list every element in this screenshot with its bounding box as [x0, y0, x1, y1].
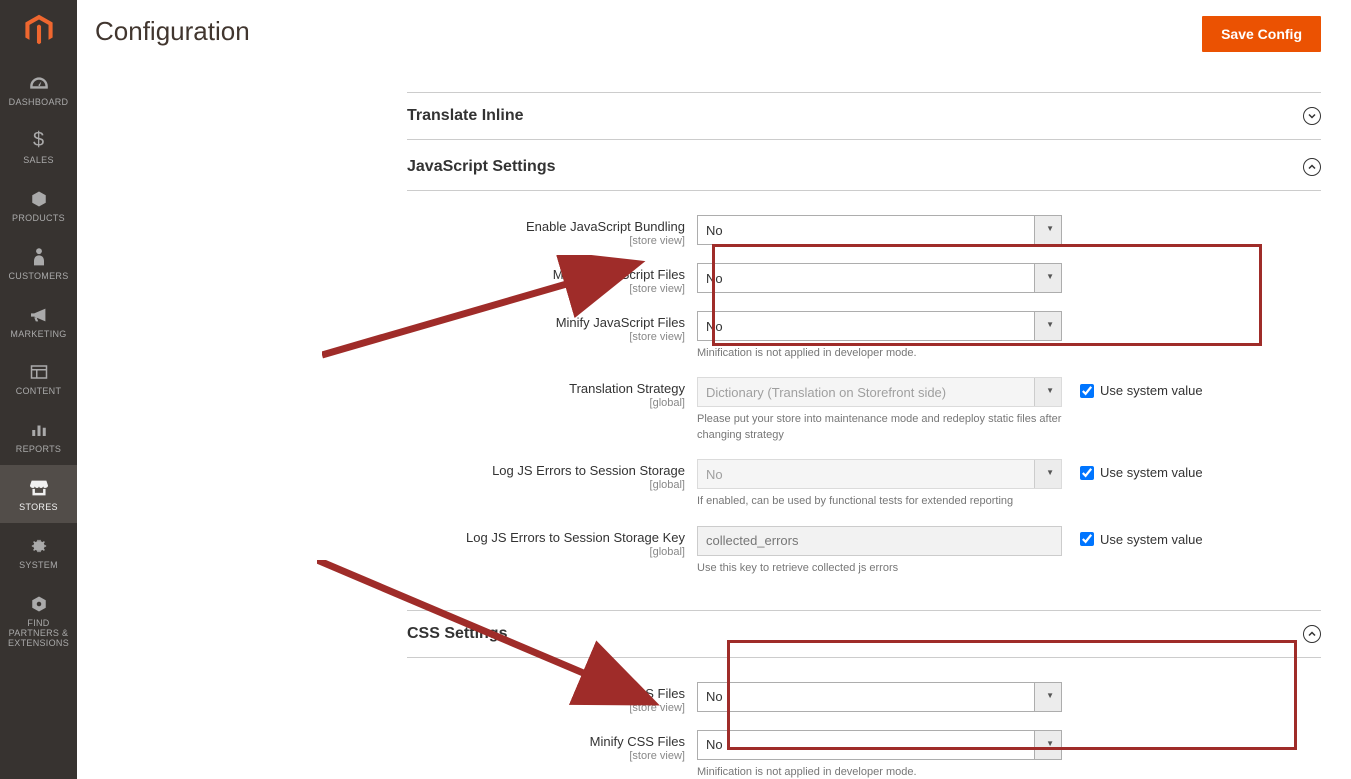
sidebar-item-label: SALES: [21, 156, 56, 166]
gauge-icon: [29, 72, 49, 94]
layout-icon: [30, 361, 48, 383]
puzzle-icon: [30, 593, 48, 615]
chevron-down-icon: [1303, 107, 1321, 125]
minify-js-select[interactable]: No: [697, 311, 1062, 341]
sidebar-item-label: PRODUCTS: [10, 214, 67, 224]
field-scope: [global]: [407, 479, 685, 491]
sidebar-item-stores[interactable]: STORES: [0, 465, 77, 523]
storefront-icon: [29, 477, 49, 499]
field-merge-js: Merge JavaScript Files [store view] No: [407, 255, 1321, 303]
section-title: Translate Inline: [407, 107, 523, 125]
magento-logo[interactable]: [0, 0, 77, 60]
field-log-js-errors: Log JS Errors to Session Storage [global…: [407, 451, 1321, 517]
field-label: Enable JavaScript Bundling: [526, 219, 685, 234]
main-content: Configuration Save Config Translate Inli…: [77, 0, 1351, 779]
enable-js-bundling-select[interactable]: No: [697, 215, 1062, 245]
use-system-value-checkbox[interactable]: [1080, 384, 1094, 398]
translation-strategy-select: Dictionary (Translation on Storefront si…: [697, 377, 1062, 407]
field-label: Merge CSS Files: [587, 686, 685, 701]
field-merge-css: Merge CSS Files [store view] No: [407, 674, 1321, 722]
section-css-settings[interactable]: CSS Settings: [407, 610, 1321, 658]
field-label: Log JS Errors to Session Storage: [492, 463, 685, 478]
page-title: Configuration: [95, 16, 250, 47]
sidebar-item-sales[interactable]: $ SALES: [0, 118, 77, 176]
section-translate-inline[interactable]: Translate Inline: [407, 92, 1321, 140]
section-body-js: Enable JavaScript Bundling [store view] …: [407, 195, 1321, 610]
field-label: Minify CSS Files: [590, 734, 685, 749]
cube-icon: [30, 188, 48, 210]
field-translation-strategy: Translation Strategy [global] Dictionary…: [407, 369, 1321, 451]
field-note: Minification is not applied in developer…: [697, 765, 1062, 779]
sidebar-item-label: DASHBOARD: [7, 98, 71, 108]
sidebar-item-find-partners[interactable]: FIND PARTNERS & EXTENSIONS: [0, 581, 77, 659]
field-enable-js-bundling: Enable JavaScript Bundling [store view] …: [407, 207, 1321, 255]
log-js-errors-key-input: [697, 526, 1062, 556]
field-scope: [store view]: [407, 702, 685, 714]
use-system-value-checkbox[interactable]: [1080, 466, 1094, 480]
field-scope: [store view]: [407, 283, 685, 295]
field-label: Log JS Errors to Session Storage Key: [466, 530, 685, 545]
field-scope: [global]: [407, 397, 685, 409]
page-header: Configuration Save Config: [77, 0, 1351, 52]
sidebar-item-label: CONTENT: [14, 387, 64, 397]
merge-css-select[interactable]: No: [697, 682, 1062, 712]
field-log-js-errors-key: Log JS Errors to Session Storage Key [gl…: [407, 518, 1321, 584]
chevron-up-icon: [1303, 625, 1321, 643]
bar-chart-icon: [30, 419, 48, 441]
merge-js-select[interactable]: No: [697, 263, 1062, 293]
field-scope: [global]: [407, 546, 685, 558]
field-minify-js: Minify JavaScript Files [store view] No …: [407, 303, 1321, 369]
sidebar-item-marketing[interactable]: MARKETING: [0, 292, 77, 350]
sidebar-item-label: MARKETING: [8, 330, 68, 340]
dollar-icon: $: [33, 130, 44, 152]
field-minify-css: Minify CSS Files [store view] No Minific…: [407, 722, 1321, 779]
field-label: Translation Strategy: [569, 381, 685, 396]
use-system-value-label: Use system value: [1100, 465, 1203, 480]
sidebar-item-label: STORES: [17, 503, 60, 513]
sidebar-item-reports[interactable]: REPORTS: [0, 407, 77, 465]
field-label: Merge JavaScript Files: [553, 267, 685, 282]
field-note: Minification is not applied in developer…: [697, 346, 1062, 361]
field-label: Minify JavaScript Files: [556, 315, 685, 330]
admin-sidebar: DASHBOARD $ SALES PRODUCTS CUSTOMERS MAR…: [0, 0, 77, 779]
megaphone-icon: [29, 304, 49, 326]
section-javascript-settings[interactable]: JavaScript Settings: [407, 144, 1321, 191]
field-scope: [store view]: [407, 331, 685, 343]
person-icon: [32, 246, 46, 268]
sidebar-item-label: FIND PARTNERS & EXTENSIONS: [0, 619, 77, 649]
sidebar-item-label: CUSTOMERS: [6, 272, 70, 282]
section-title: CSS Settings: [407, 625, 507, 643]
minify-css-select[interactable]: No: [697, 730, 1062, 760]
section-body-css: Merge CSS Files [store view] No Minify C…: [407, 662, 1321, 779]
section-title: JavaScript Settings: [407, 158, 556, 176]
sidebar-item-label: REPORTS: [14, 445, 63, 455]
field-scope: [store view]: [407, 750, 685, 762]
save-config-button[interactable]: Save Config: [1202, 16, 1321, 52]
use-system-value-checkbox[interactable]: [1080, 532, 1094, 546]
use-system-value-label: Use system value: [1100, 383, 1203, 398]
sidebar-item-content[interactable]: CONTENT: [0, 349, 77, 407]
gear-icon: [30, 535, 48, 557]
chevron-up-icon: [1303, 158, 1321, 176]
sidebar-item-dashboard[interactable]: DASHBOARD: [0, 60, 77, 118]
sidebar-item-label: SYSTEM: [17, 561, 60, 571]
field-note: Use this key to retrieve collected js er…: [697, 561, 1062, 576]
field-note: If enabled, can be used by functional te…: [697, 494, 1062, 509]
sidebar-item-system[interactable]: SYSTEM: [0, 523, 77, 581]
sidebar-item-customers[interactable]: CUSTOMERS: [0, 234, 77, 292]
log-js-errors-select: No: [697, 459, 1062, 489]
sidebar-item-products[interactable]: PRODUCTS: [0, 176, 77, 234]
field-note: Please put your store into maintenance m…: [697, 412, 1062, 443]
field-scope: [store view]: [407, 235, 685, 247]
use-system-value-label: Use system value: [1100, 532, 1203, 547]
